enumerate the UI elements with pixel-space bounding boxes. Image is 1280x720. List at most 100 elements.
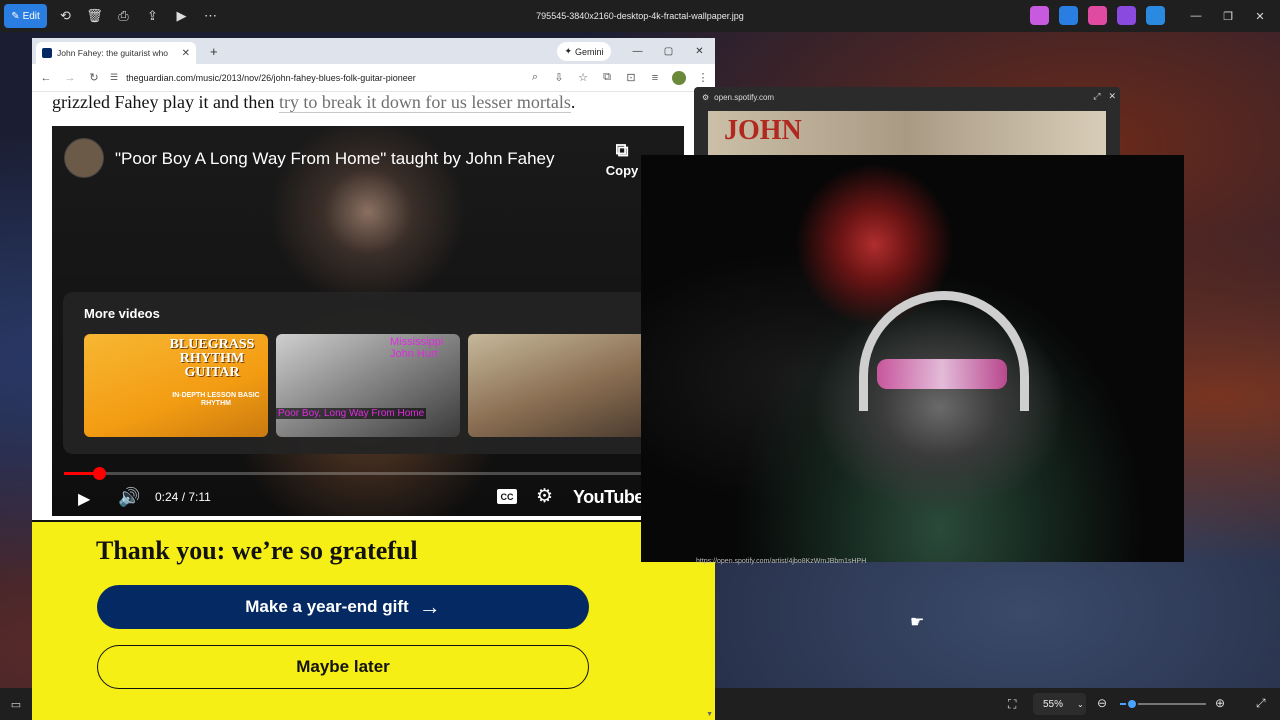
more-videos-heading: More videos xyxy=(84,306,160,321)
address-bar[interactable]: ☰ theguardian.com/music/2013/nov/26/john… xyxy=(110,67,523,89)
video-thumbnail[interactable]: Mississippi John Hurt Poor Boy, Long Way… xyxy=(276,334,460,437)
spotify-pip-window: ⚙ open.spotify.com ⤢ ✕ JOHN xyxy=(694,87,1120,157)
more-icon[interactable]: ⋯ xyxy=(196,4,225,28)
browser-maximize-icon[interactable]: ▢ xyxy=(653,38,684,64)
zoom-in-icon[interactable]: ⊕ xyxy=(1215,696,1225,710)
minimize-icon[interactable]: — xyxy=(1180,0,1212,32)
reading-list-icon[interactable]: ≡ xyxy=(643,66,667,90)
arrow-right-icon: → xyxy=(418,594,441,619)
gift-button-label: Make a year-end gift xyxy=(245,597,409,616)
video-thumbnail[interactable]: BLUEGRASS RHYTHM GUITAR IN-DEPTH LESSON … xyxy=(84,334,268,437)
youtube-player[interactable]: "Poor Boy A Long Way From Home" taught b… xyxy=(52,126,684,516)
photos-edit-icon[interactable] xyxy=(1059,6,1078,25)
browser-window: John Fahey: the guitarist who ✕ + ✦ Gemi… xyxy=(32,38,715,720)
video-thumbnail[interactable] xyxy=(468,334,652,437)
profile-avatar[interactable] xyxy=(667,66,691,90)
close-icon[interactable]: ✕ xyxy=(1244,0,1276,32)
fullscreen-icon[interactable]: ⤢ xyxy=(1256,696,1266,711)
install-icon[interactable]: ⇩ xyxy=(547,66,571,90)
zoom-slider[interactable] xyxy=(1120,698,1206,710)
clipchamp-icon[interactable] xyxy=(1117,6,1136,25)
forward-icon[interactable]: → xyxy=(58,66,82,90)
paint-icon[interactable] xyxy=(1088,6,1107,25)
time-display: 0:24 / 7:11 xyxy=(155,490,211,504)
pip-close-icon[interactable]: ✕ xyxy=(1108,91,1116,102)
article-text-before: grizzled Fahey play it and then xyxy=(52,92,279,112)
back-icon[interactable]: ← xyxy=(34,66,58,90)
glasses-shape xyxy=(877,359,1007,389)
video-title[interactable]: "Poor Boy A Long Way From Home" taught b… xyxy=(115,149,555,169)
spotify-titlebar: ⚙ open.spotify.com xyxy=(694,87,1120,107)
pip-expand-icon[interactable]: ⤢ xyxy=(1093,91,1100,102)
gemini-button[interactable]: ✦ Gemini xyxy=(557,42,611,61)
tab-close-icon[interactable]: ✕ xyxy=(182,48,190,59)
copilot-icon[interactable] xyxy=(1030,6,1049,25)
onedrive-icon[interactable] xyxy=(1146,6,1165,25)
copy-link-button[interactable]: ⧉ Copy xyxy=(605,140,639,178)
scroll-down-icon[interactable]: ▼ xyxy=(706,711,713,718)
edit-label: Edit xyxy=(22,10,40,22)
thumbnail-title: BLUEGRASS RHYTHM GUITAR xyxy=(169,337,255,380)
share-icon[interactable]: ⇪ xyxy=(138,4,167,28)
article-text: grizzled Fahey play it and then try to b… xyxy=(52,92,575,113)
article-link[interactable]: try to break it down for us lesser morta… xyxy=(278,92,571,113)
fit-to-window-icon[interactable]: ⛶ xyxy=(1008,697,1016,712)
browser-window-controls: — ▢ ✕ xyxy=(622,38,715,64)
youtube-logo[interactable]: YouTube xyxy=(573,487,644,508)
album-art-text: JOHN xyxy=(724,115,802,146)
article-text-after: . xyxy=(570,92,576,112)
photo-viewer-toolbar: ✎ Edit ⟲ 🗑 ⎙ ⇪ ▶ ⋯ 795545-3840x2160-desk… xyxy=(0,0,1280,32)
year-end-gift-button[interactable]: Make a year-end gift → xyxy=(97,585,589,629)
browser-toolbar: ← → ↻ ☰ theguardian.com/music/2013/nov/2… xyxy=(32,64,715,92)
progress-handle[interactable] xyxy=(92,467,106,480)
thumbnail-subtitle: IN-DEPTH LESSON BASIC RHYTHM xyxy=(172,392,260,407)
settings-gear-icon[interactable]: ⚙ xyxy=(536,485,553,508)
thumbnail-caption: Poor Boy, Long Way From Home xyxy=(276,408,427,419)
browser-minimize-icon[interactable]: — xyxy=(622,38,653,64)
rotate-icon[interactable]: ⟲ xyxy=(51,4,80,28)
window-controls: — ❐ ✕ xyxy=(1180,0,1276,32)
delete-icon[interactable]: 🗑 xyxy=(80,4,109,28)
extensions-icon[interactable]: ⧉ xyxy=(595,66,619,90)
spotify-host: open.spotify.com xyxy=(714,92,775,102)
play-icon[interactable]: ▶ xyxy=(78,489,90,509)
gemini-label: Gemini xyxy=(575,46,604,57)
chevron-down-icon: ⌄ xyxy=(1077,699,1084,709)
url-text: theguardian.com/music/2013/nov/26/john-f… xyxy=(126,72,416,83)
tab-guardian[interactable]: John Fahey: the guitarist who ✕ xyxy=(36,42,196,64)
zoom-out-icon[interactable]: ⊖ xyxy=(1097,696,1107,710)
restore-icon[interactable]: ❐ xyxy=(1212,0,1244,32)
hand-cursor-icon: ☛ xyxy=(910,614,925,631)
reload-icon[interactable]: ↻ xyxy=(82,66,106,90)
link-status-url: https://open.spotify.com/artist/4jbo8KzW… xyxy=(696,558,867,565)
edit-button[interactable]: ✎ Edit xyxy=(4,4,47,28)
tab-search-icon[interactable]: ⊡ xyxy=(619,66,643,90)
maybe-later-button[interactable]: Maybe later xyxy=(97,645,589,689)
copy-icon: ⧉ xyxy=(615,140,629,160)
zoom-slider-handle[interactable] xyxy=(1126,698,1139,710)
site-info-icon[interactable]: ☰ xyxy=(110,72,118,83)
browser-close-icon[interactable]: ✕ xyxy=(684,38,715,64)
volume-icon[interactable]: 🔊 xyxy=(118,487,140,508)
zoom-bar: ⛶ 55% ⌄ ⊖ ⊕ ⤢ xyxy=(715,688,1280,720)
gemini-icon: ✦ xyxy=(564,46,573,56)
filmstrip-toggle-icon[interactable]: ▭ xyxy=(0,688,32,720)
captions-button[interactable]: CC xyxy=(497,489,517,504)
print-icon[interactable]: ⎙ xyxy=(109,4,138,28)
channel-avatar[interactable] xyxy=(64,138,104,178)
tab-title: John Fahey: the guitarist who xyxy=(57,48,169,58)
progress-bar[interactable] xyxy=(64,467,684,480)
slideshow-icon[interactable]: ▶ xyxy=(167,4,196,28)
album-art: JOHN xyxy=(708,111,1106,157)
zoom-level-dropdown[interactable]: 55% ⌄ xyxy=(1033,693,1086,715)
webcam-overlay xyxy=(641,155,1184,562)
menu-icon[interactable]: ⋮ xyxy=(691,66,715,90)
zoom-level: 55% xyxy=(1043,698,1064,710)
zoom-icon[interactable]: ⌕ xyxy=(523,66,547,90)
site-settings-icon[interactable]: ⚙ xyxy=(702,93,709,102)
bookmark-star-icon[interactable]: ☆ xyxy=(571,66,595,90)
player-controls: ▶ 🔊 0:24 / 7:11 CC ⚙ YouTube xyxy=(52,482,684,512)
more-videos-panel: More videos ✕ BLUEGRASS RHYTHM GUITAR IN… xyxy=(63,292,684,454)
thumbnail-title: Mississippi John Hurt xyxy=(390,336,444,360)
new-tab-icon[interactable]: + xyxy=(210,44,218,59)
